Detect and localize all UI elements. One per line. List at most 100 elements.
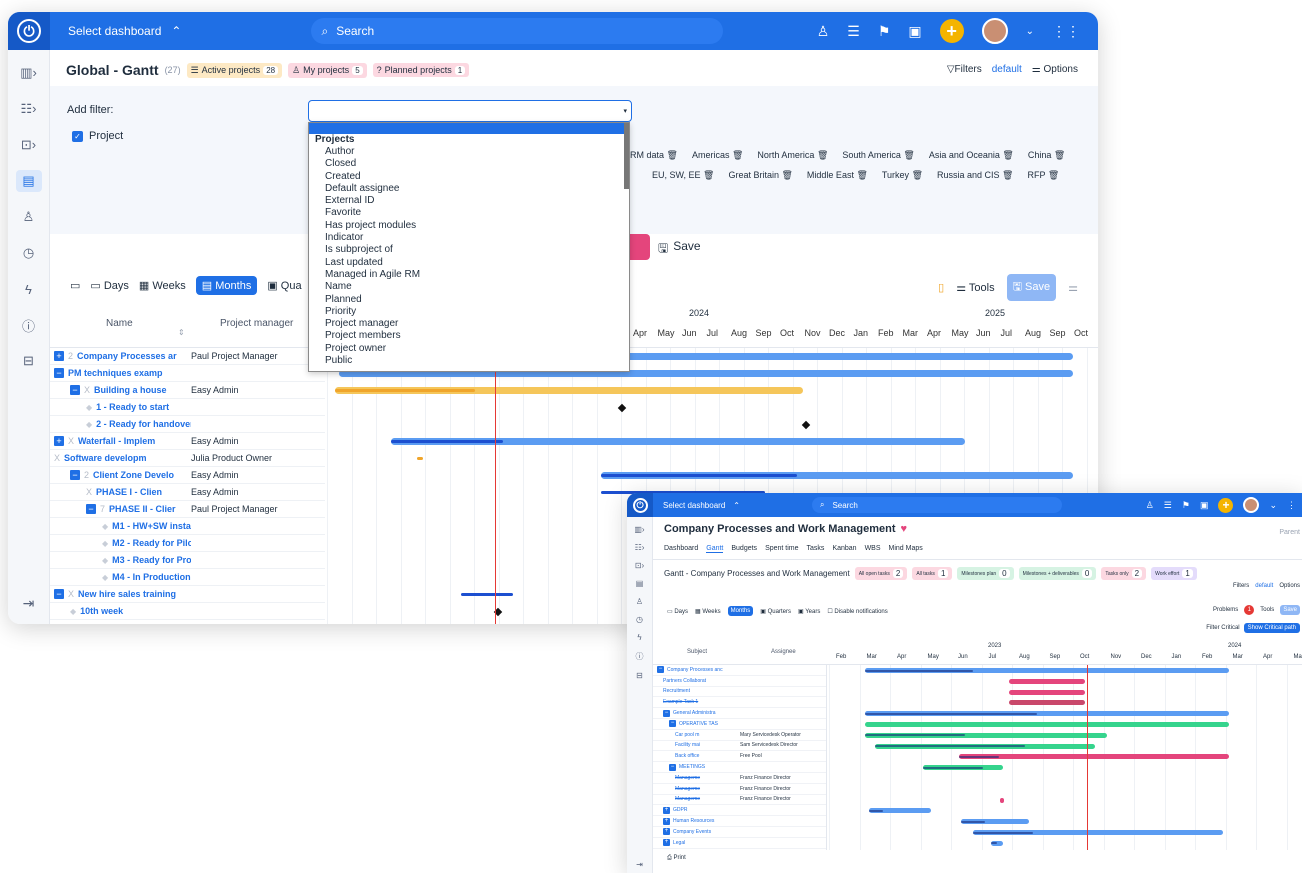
dropdown-option[interactable]: Last updated [325,257,629,269]
tab-gantt[interactable]: Gantt [706,545,724,553]
task-link[interactable]: General Administra [673,710,716,716]
task-link[interactable]: MEETINGS [679,764,705,770]
tab-wbs[interactable]: WBS [865,545,881,553]
task-link[interactable]: Software developm [64,453,147,463]
expand-toggle-icon[interactable]: + [54,436,64,446]
table-row[interactable]: −7 PHASE II - Clier Paul Project Manager [50,501,325,518]
table-row[interactable]: Facility mai Sam Servicedesk Director [653,741,826,752]
task-link[interactable]: Manageme [675,775,700,781]
table-row[interactable]: ◆M1 - HW+SW installed [50,518,325,535]
task-link[interactable]: Example Task 1 [663,699,698,705]
table-row[interactable]: X PHASE I - Clien Easy Admin [50,484,325,501]
sidebar-alert-icon[interactable]: ⓘ [14,314,44,336]
default-link[interactable]: default [1255,583,1273,589]
tag[interactable]: Great Britain 🗑 [728,170,792,181]
app-logo[interactable]: ⏻ [627,493,653,517]
tag[interactable]: South America 🗑 [842,150,914,161]
show-critical-path-button[interactable]: Show Critical path [1243,623,1300,633]
tools-button[interactable]: Tools [1260,607,1274,613]
expand-toggle-icon[interactable]: + [54,351,64,361]
task-link[interactable]: Company Processes anc [667,667,723,673]
task-link[interactable]: Recruitment [663,688,690,694]
gantt-bar[interactable] [1009,678,1085,684]
settings-icon[interactable]: ⚌ [1068,281,1078,294]
filter-critical-label[interactable]: Filter Critical [1206,625,1239,631]
filters-button[interactable]: ▽Filters [947,64,982,75]
options-button[interactable]: Options [1279,583,1300,589]
apps-grid-icon[interactable]: ⋮ [1287,500,1296,511]
table-row[interactable]: ◆M3 - Ready for Production [50,552,325,569]
gantt-bar[interactable] [923,765,1003,771]
milestone-marker[interactable] [617,403,627,413]
table-row[interactable]: −2 Client Zone Develo Easy Admin [50,467,325,484]
problems-count[interactable]: 1 [1244,605,1255,615]
dropdown-option[interactable]: Favorite [325,207,629,219]
task-link[interactable]: OPERATIVE TAS [679,721,718,727]
expand-toggle-icon[interactable]: − [669,763,676,771]
table-row[interactable]: +2 Company Processes ar Paul Project Manag… [50,348,325,365]
table-row[interactable]: − MEETINGS [653,762,826,773]
table-row[interactable]: ◆ M4 - In Production [50,569,325,586]
sidebar-clipboard-icon[interactable]: ⊡› [14,134,44,156]
sidebar-alert-icon[interactable]: ⓘ [636,651,644,662]
expand-toggle-icon[interactable]: + [663,828,670,836]
table-row[interactable]: Manageme Franz Finance Director [653,773,826,784]
task-link[interactable]: M4 - In Production [112,572,191,582]
app-logo[interactable]: ⏻ [8,12,50,50]
filter-select[interactable]: ▾ [308,100,632,122]
sidebar-users-icon[interactable]: ♙ [636,597,643,606]
plus-icon[interactable]: + [939,19,964,43]
chip[interactable]: Work effort 1 [1151,567,1197,580]
task-link[interactable]: Company Processes ar [77,351,177,361]
gantt-bar[interactable] [1009,700,1085,706]
table-row[interactable]: − General Administra [653,708,826,719]
tag[interactable]: RFP 🗑 [1027,170,1059,181]
apply-button-edge[interactable] [630,234,650,260]
tasks-icon[interactable]: ☰ [847,23,860,40]
parent-label[interactable]: Parent [1279,529,1300,536]
tag[interactable]: China 🗑 [1028,150,1065,161]
task-link[interactable]: New hire sales training [78,589,176,599]
expand-toggle-icon[interactable]: − [54,368,64,378]
tab-dashboard[interactable]: Dashboard [664,545,698,553]
sidebar-list-icon[interactable]: ☷› [635,543,645,552]
zoom-quarters-button[interactable]: ▣ Qua [267,279,301,292]
chip-my-projects[interactable]: ♙ My projects 5 [288,62,367,78]
plus-icon[interactable]: + [1218,497,1234,513]
sort-icon[interactable]: ⇕ [178,328,185,337]
zoom-days-button[interactable]: ▭ Days [90,279,129,292]
task-link[interactable]: Client Zone Develo [93,470,174,480]
expand-toggle-icon[interactable]: + [663,839,670,847]
task-link[interactable]: Car pool m [675,732,699,738]
tasks-icon[interactable]: ☰ [1164,500,1172,511]
chip-planned-projects[interactable]: ? Planned projects 1 [372,63,470,77]
chip-active-projects[interactable]: ☰ Active projects 28 [186,62,283,78]
flag-icon[interactable]: ⚑ [878,23,891,40]
task-link[interactable]: GDPR [673,807,687,813]
avatar[interactable] [1243,497,1260,513]
gantt-bar[interactable] [865,722,1229,727]
dropdown-option[interactable]: Default assignee [325,183,629,195]
chip[interactable]: All open tasks 2 [854,567,908,580]
gantt-bar[interactable] [991,840,1003,846]
subject-column-header[interactable]: Subject [687,649,707,655]
sidebar-bolt-icon[interactable]: ϟ [14,278,44,300]
tab-budgets[interactable]: Budgets [731,545,757,553]
expand-toggle-icon[interactable]: − [54,589,64,599]
table-row[interactable]: + Legal [653,838,826,849]
table-row[interactable]: Recruitment [653,687,826,698]
task-link[interactable]: Company Events [673,829,711,835]
assignee-column-header[interactable]: Assignee [771,649,796,655]
tag[interactable]: EU, SW, EE 🗑 [652,170,714,181]
search-bar[interactable]: ⌕ Search [311,18,724,44]
sidebar-clipboard-icon[interactable]: ⊡› [635,561,644,570]
expand-toggle-icon[interactable]: − [70,470,80,480]
user-icon[interactable]: ♙ [1146,500,1154,511]
print-button[interactable]: ⎙ Print [667,855,686,862]
expand-toggle-icon[interactable]: − [70,385,80,395]
expand-toggle-icon[interactable]: − [657,666,664,674]
disable-notifications-checkbox[interactable]: ☐ Disable notifications [827,608,887,615]
dropdown-option[interactable]: Project members [325,330,629,342]
zoom-quarters-button[interactable]: ▣ Quarters [760,608,791,615]
table-row[interactable]: − X Building a house Easy Admin [50,382,325,399]
